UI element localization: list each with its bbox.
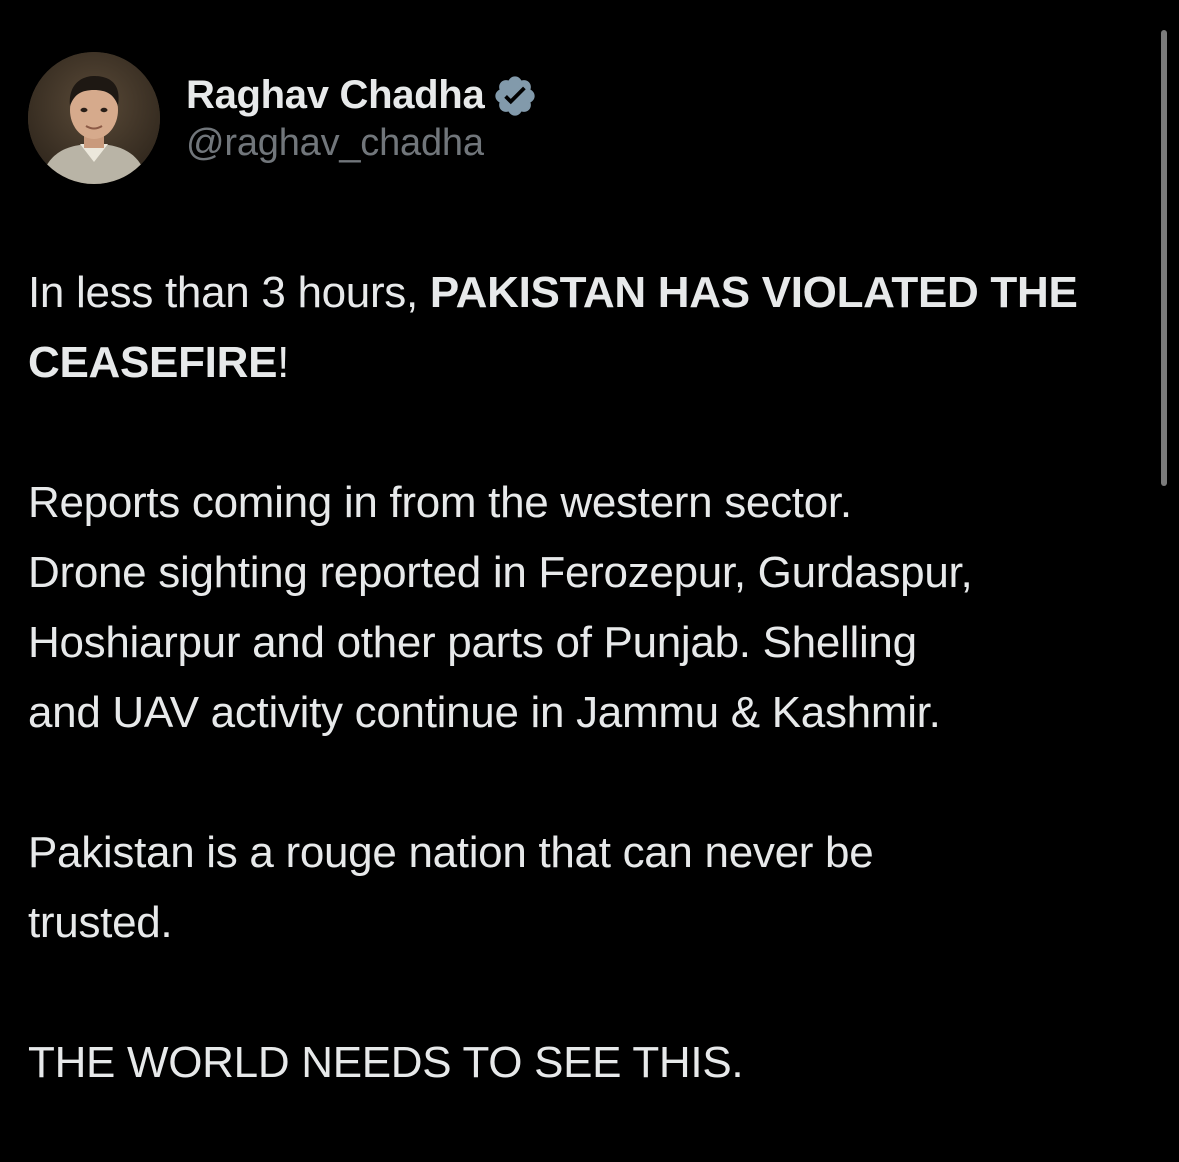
tweet-text-normal: In less than 3 hours, — [28, 268, 430, 317]
avatar-image — [28, 52, 160, 184]
tweet-paragraph-3: Pakistan is a rouge nation that can neve… — [28, 828, 874, 947]
tweet-card: Raghav Chadha @raghav_chadha In less tha… — [0, 0, 1179, 1162]
tweet-line: and UAV activity continue in Jammu & Kas… — [28, 688, 941, 737]
handle[interactable]: @raghav_chadha — [186, 122, 538, 165]
name-row: Raghav Chadha — [186, 72, 538, 120]
tweet-header: Raghav Chadha @raghav_chadha — [28, 52, 538, 184]
tweet-paragraph-1: In less than 3 hours, PAKISTAN HAS VIOLA… — [28, 258, 1148, 398]
verified-badge-icon[interactable] — [492, 73, 538, 119]
tweet-paragraph-4: THE WORLD NEEDS TO SEE THIS. — [28, 1038, 744, 1087]
tweet-line: Hoshiarpur and other parts of Punjab. Sh… — [28, 618, 917, 667]
tweet-text-exclamation: ! — [277, 338, 290, 387]
tweet-line: Reports coming in from the western secto… — [28, 478, 852, 527]
tweet-paragraph-2: Reports coming in from the western secto… — [28, 468, 1148, 748]
display-name[interactable]: Raghav Chadha — [186, 73, 485, 118]
tweet-line: Drone sighting reported in Ferozepur, Gu… — [28, 548, 973, 597]
avatar[interactable] — [28, 52, 160, 184]
author-info: Raghav Chadha @raghav_chadha — [186, 72, 538, 165]
scrollbar[interactable] — [1161, 30, 1167, 486]
tweet-text: In less than 3 hours, PAKISTAN HAS VIOLA… — [28, 258, 1148, 1098]
